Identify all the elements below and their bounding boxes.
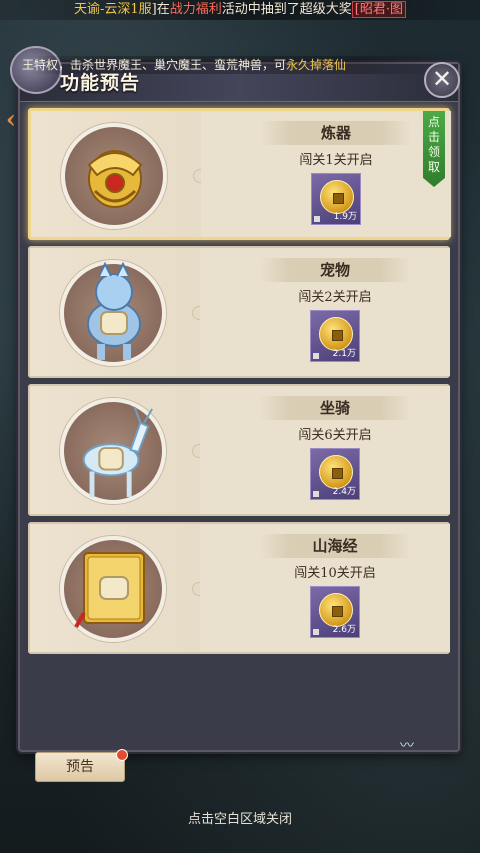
unlock-condition: 闯关10关开启: [294, 566, 376, 581]
close-icon: ✕: [431, 65, 453, 93]
bird-decoration-icon: 〰: [400, 738, 414, 754]
ticker-event: 战力福利: [169, 2, 222, 17]
reward-amount: 2.1万: [332, 349, 356, 359]
preview-button[interactable]: 预告: [35, 749, 128, 782]
preview-button-label: 预告: [66, 759, 94, 775]
claim-label: 点击领取: [428, 115, 441, 174]
close-hint: 点击空白区域关闭: [187, 812, 292, 827]
ticker-prize: [昭君·图: [351, 1, 406, 18]
feature-name: 坐骑: [260, 396, 410, 420]
armor-icon: [71, 125, 159, 225]
announcement-ticker: 天谕-云深1服]在战力福利活动中抽到了超级大奖 [昭君·图: [0, 0, 480, 20]
reward-item[interactable]: 2.6万: [310, 586, 360, 638]
reward-amount: 1.9万: [333, 212, 357, 222]
reward-item[interactable]: 2.4万: [310, 448, 360, 500]
feature-card-zuoqi[interactable]: 坐骑 闯关6关开启 2.4万: [28, 384, 450, 516]
reward-amount: 2.6万: [332, 625, 356, 635]
card-art-area: [30, 524, 200, 652]
card-art-area: [30, 386, 200, 514]
unlock-condition: 闯关6关开启: [298, 428, 372, 443]
reward-tag-icon: [313, 353, 319, 359]
ticker-prefix: 在: [156, 2, 170, 17]
reward-tag-icon: [313, 491, 319, 497]
unlock-condition: 闯关2关开启: [298, 290, 372, 305]
ticker-mid: 活动中抽到了超级大奖: [221, 2, 352, 17]
claim-button[interactable]: 点击领取: [423, 111, 445, 187]
pet-kirin-icon: [70, 262, 158, 362]
reward-tag-icon: [313, 629, 319, 635]
reward-item[interactable]: 2.1万: [310, 310, 360, 362]
feature-card-lianqi[interactable]: 炼器 闯关1关开启 1.9万 点击领取: [28, 108, 451, 240]
feature-name: 宠物: [260, 258, 410, 282]
scroll-text-highlight: 永久掉落仙: [286, 58, 347, 72]
feature-list: 炼器 闯关1关开启 1.9万 点击领取 宠物 闯关2关开启 2.1万 坐骑 闯关…: [28, 108, 451, 660]
close-button[interactable]: ✕: [424, 62, 460, 98]
reward-tag-icon: [314, 216, 320, 222]
feature-name: 炼器: [261, 121, 411, 145]
ticker-player: 天谕-云深1服: [73, 2, 152, 17]
unlock-condition: 闯关1关开启: [299, 153, 373, 168]
reward-amount: 2.4万: [332, 487, 356, 497]
reward-item[interactable]: 1.9万: [311, 173, 361, 225]
notification-badge: [116, 749, 128, 761]
deer-mount-icon: [70, 400, 158, 500]
card-info: 炼器 闯关1关开启 1.9万 点击领取: [201, 111, 451, 237]
page-title: 功能预告: [60, 72, 141, 94]
feature-card-shanhaijing[interactable]: 山海经 闯关10关开启 2.6万: [28, 522, 450, 654]
card-info: 宠物 闯关2关开启 2.1万: [200, 248, 450, 376]
card-info: 坐骑 闯关6关开启 2.4万: [200, 386, 450, 514]
card-info: 山海经 闯关10关开启 2.6万: [200, 524, 450, 652]
card-art-area: [31, 111, 201, 237]
feature-name: 山海经: [260, 534, 410, 558]
feature-card-chongwu[interactable]: 宠物 闯关2关开启 2.1万: [28, 246, 450, 378]
golden-book-icon: [70, 538, 158, 638]
card-art-area: [30, 248, 200, 376]
